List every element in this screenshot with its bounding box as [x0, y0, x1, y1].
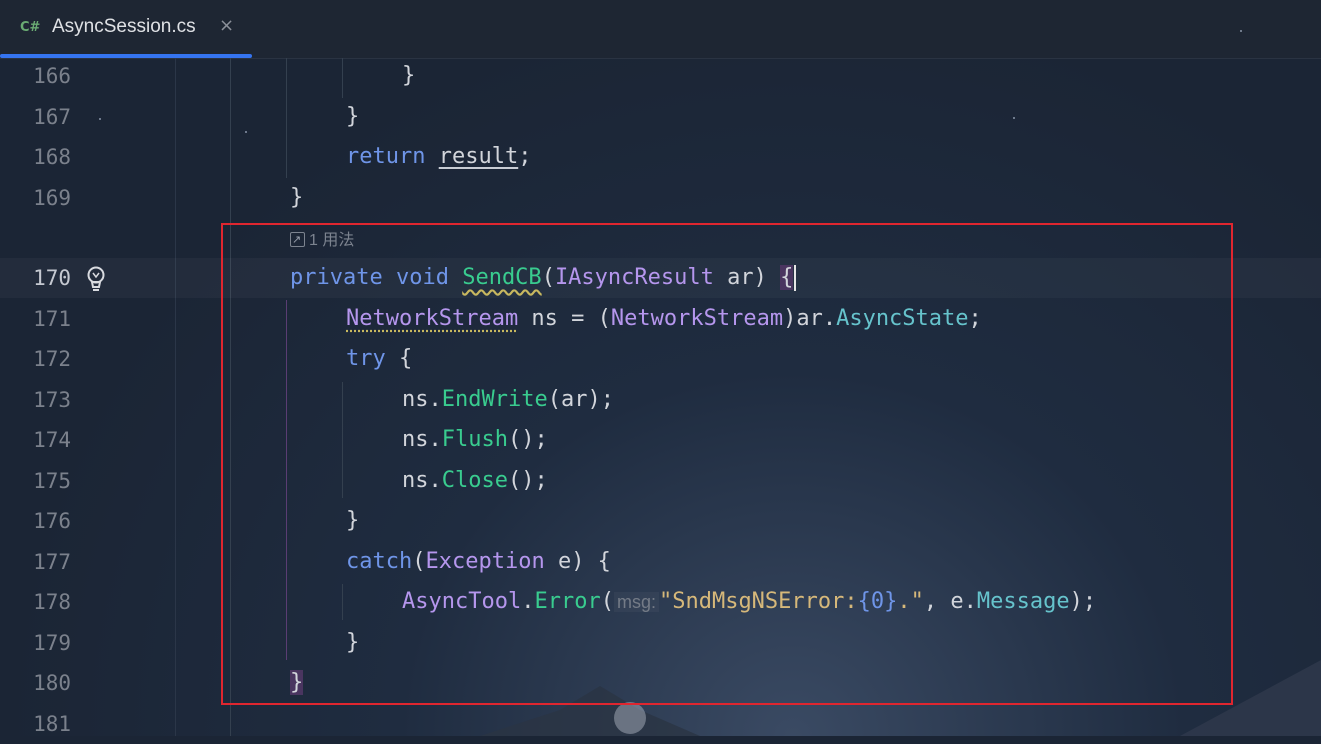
background-star [1240, 30, 1242, 32]
lightbulb-icon[interactable] [84, 265, 108, 293]
line-number: 176 [33, 509, 71, 533]
line-number: 173 [33, 388, 71, 412]
editor-tab-bar: C# AsyncSession.cs × [0, 0, 1321, 59]
code-line[interactable]: 168 return result; [0, 137, 1321, 177]
line-number: 171 [33, 307, 71, 331]
line-number: 175 [33, 469, 71, 493]
csharp-file-icon: C# [20, 20, 41, 35]
code-text: } [402, 63, 416, 88]
variable-result: result [438, 144, 519, 169]
code-text: } [346, 104, 360, 129]
code-text: } [290, 185, 304, 210]
line-number: 168 [33, 145, 71, 169]
code-text: return result; [346, 137, 531, 177]
tab-title: AsyncSession.cs [52, 16, 196, 37]
keyword: return [346, 144, 426, 169]
highlight-box [221, 223, 1233, 705]
code-line[interactable]: 167 } [0, 97, 1321, 137]
line-number: 170 [33, 266, 71, 290]
punctuation: ; [518, 144, 532, 169]
line-number: 166 [33, 64, 71, 88]
line-number: 172 [33, 347, 71, 371]
line-number: 174 [33, 428, 71, 452]
line-number: 178 [33, 590, 71, 614]
line-number: 177 [33, 550, 71, 574]
code-line[interactable]: 169 } [0, 178, 1321, 218]
line-number: 167 [33, 105, 71, 129]
code-line[interactable]: 166 } [0, 56, 1321, 96]
line-number: 169 [33, 186, 71, 210]
tab-asyncsession[interactable]: C# AsyncSession.cs × [0, 0, 252, 58]
close-icon[interactable]: × [219, 15, 234, 36]
